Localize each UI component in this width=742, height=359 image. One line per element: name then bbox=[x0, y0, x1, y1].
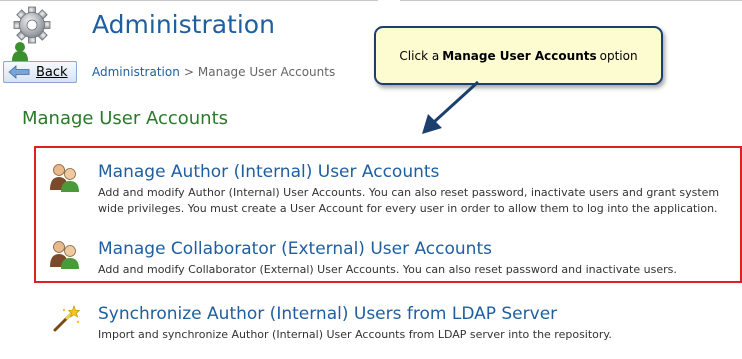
option-description: Import and synchronize Author (Internal)… bbox=[98, 328, 612, 341]
option-manage-collaborator-accounts[interactable]: Manage Collaborator (External) User Acco… bbox=[48, 239, 738, 279]
callout-prefix: Click a bbox=[399, 48, 440, 63]
back-button-label: Back bbox=[36, 64, 68, 80]
option-title[interactable]: Synchronize Author (Internal) Users from… bbox=[98, 304, 557, 324]
instruction-callout: Click a Manage User Accounts option bbox=[374, 26, 663, 85]
top-border-line bbox=[0, 0, 742, 1]
breadcrumb-separator: > bbox=[183, 65, 194, 79]
magic-wand-icon bbox=[53, 305, 81, 332]
section-title: Manage User Accounts bbox=[22, 108, 229, 129]
callout-pointer-arrow bbox=[422, 80, 480, 134]
breadcrumb: Administration > Manage User Accounts bbox=[92, 65, 335, 79]
gear-icon bbox=[12, 6, 51, 61]
callout-suffix: option bbox=[599, 48, 638, 63]
breadcrumb-link-administration[interactable]: Administration bbox=[92, 65, 180, 79]
option-sync-ldap-users[interactable]: Synchronize Author (Internal) Users from… bbox=[48, 304, 738, 344]
back-button[interactable]: Back bbox=[3, 61, 77, 83]
users-icon bbox=[50, 241, 79, 269]
option-description: Add and modify Collaborator (External) U… bbox=[98, 263, 677, 276]
callout-emphasis: Manage User Accounts bbox=[442, 48, 597, 63]
page-title: Administration bbox=[92, 10, 275, 39]
option-manage-author-accounts[interactable]: Manage Author (Internal) User Accounts A… bbox=[48, 162, 738, 217]
option-title[interactable]: Manage Collaborator (External) User Acco… bbox=[98, 239, 492, 259]
option-description: Add and modify Author (Internal) User Ac… bbox=[98, 186, 720, 215]
breadcrumb-current: Manage User Accounts bbox=[197, 65, 336, 79]
top-border-notch bbox=[378, 0, 400, 2]
option-title[interactable]: Manage Author (Internal) User Accounts bbox=[98, 162, 439, 182]
users-icon bbox=[50, 164, 79, 192]
arrow-left-icon bbox=[8, 65, 30, 79]
